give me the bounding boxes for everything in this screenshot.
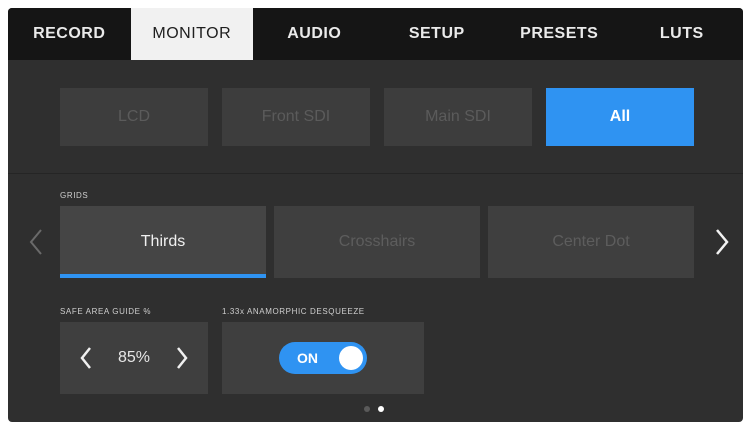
grid-thirds-button[interactable]: Thirds [60, 206, 266, 278]
safe-area-guide-label: SAFE AREA GUIDE % [60, 307, 152, 316]
grid-center-dot-label: Center Dot [552, 233, 630, 250]
selected-indicator [60, 274, 266, 278]
toggle-state-label: ON [297, 350, 318, 366]
page-dot-2[interactable] [378, 406, 384, 412]
tab-bar: RECORD MONITOR AUDIO SETUP PRESETS LUTS [8, 8, 743, 60]
anamorphic-desqueeze-panel: ON [222, 322, 424, 394]
anamorphic-toggle[interactable]: ON [279, 342, 367, 374]
tab-setup[interactable]: SETUP [376, 8, 499, 60]
grid-crosshairs-label: Crosshairs [338, 233, 416, 250]
output-front-sdi-button[interactable]: Front SDI [222, 88, 370, 146]
tab-monitor[interactable]: MONITOR [130, 8, 253, 60]
page-indicator [364, 406, 384, 412]
grid-center-dot-button[interactable]: Center Dot [488, 206, 694, 278]
tab-luts[interactable]: LUTS [621, 8, 744, 60]
safe-area-stepper: 85% [60, 322, 208, 394]
anamorphic-desqueeze-label: 1.33x ANAMORPHIC DESQUEEZE [222, 307, 365, 316]
section-divider [8, 173, 743, 174]
grids-selector: Thirds Crosshairs Center Dot [60, 206, 694, 278]
grid-thirds-label: Thirds [140, 233, 186, 250]
chevron-right-icon[interactable] [708, 222, 736, 262]
output-lcd-button[interactable]: LCD [60, 88, 208, 146]
tab-record[interactable]: RECORD [8, 8, 131, 60]
tab-audio[interactable]: AUDIO [253, 8, 376, 60]
page-dot-1[interactable] [364, 406, 370, 412]
toggle-knob [339, 346, 363, 370]
grid-crosshairs-button[interactable]: Crosshairs [274, 206, 480, 278]
grids-label: GRIDS [60, 191, 89, 200]
output-all-button[interactable]: All [546, 88, 694, 146]
output-main-sdi-button[interactable]: Main SDI [384, 88, 532, 146]
monitor-settings-screen: RECORD MONITOR AUDIO SETUP PRESETS LUTS … [8, 8, 743, 422]
output-selector: LCD Front SDI Main SDI All [60, 88, 694, 146]
tab-presets[interactable]: PRESETS [498, 8, 621, 60]
chevron-left-icon[interactable] [22, 222, 50, 262]
increase-chevron-icon[interactable] [172, 344, 192, 372]
